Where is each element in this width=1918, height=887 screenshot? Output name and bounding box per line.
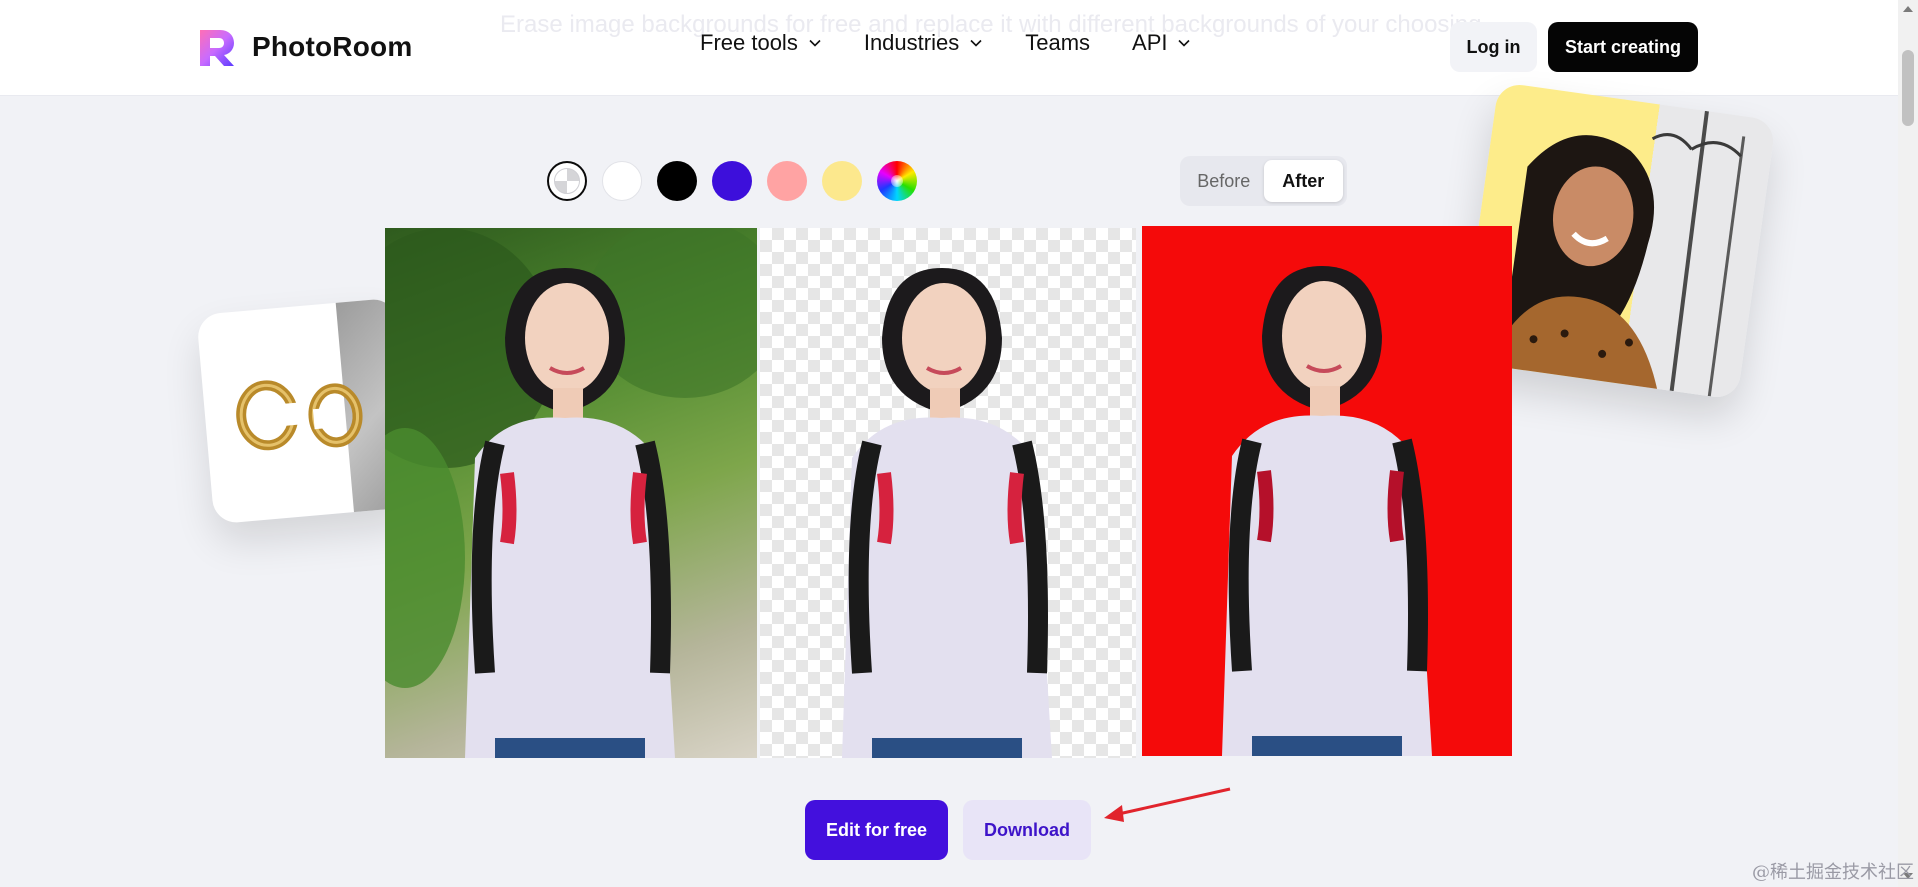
original-image-panel: [385, 228, 757, 758]
nav-teams[interactable]: Teams: [1025, 30, 1090, 56]
person-image-cutout: [842, 268, 1052, 758]
before-after-toggle: Before After: [1180, 156, 1347, 206]
swatch-transparent[interactable]: [547, 161, 587, 201]
nav-api[interactable]: API: [1132, 30, 1191, 56]
person-image-red-bg: [1222, 266, 1432, 756]
logo-text: PhotoRoom: [252, 31, 413, 62]
chevron-down-icon: [809, 39, 821, 47]
nav-label: Teams: [1025, 30, 1091, 55]
watermark: @稀土掘金技术社区: [1752, 862, 1914, 883]
nav-industries[interactable]: Industries: [864, 30, 983, 56]
nav-label: Free tools: [700, 30, 798, 55]
background-color-picker: [547, 161, 917, 201]
scroll-thumb[interactable]: [1902, 50, 1914, 126]
main-nav: Free tools Industries Teams API: [700, 30, 1233, 56]
before-tab[interactable]: Before: [1184, 160, 1264, 202]
after-tab[interactable]: After: [1263, 160, 1343, 202]
nav-free-tools[interactable]: Free tools: [700, 30, 822, 56]
chevron-down-icon: [1178, 39, 1191, 47]
swatch-purple[interactable]: [712, 161, 752, 201]
start-creating-button[interactable]: Start creating: [1548, 22, 1698, 72]
cutout-transparent-panel: [760, 228, 1136, 758]
earrings-example-card: [196, 297, 414, 525]
earrings-image: [236, 380, 363, 451]
chevron-down-icon: [970, 39, 982, 47]
download-button[interactable]: Download: [963, 800, 1091, 860]
red-background-panel: [1142, 226, 1512, 756]
log-in-button[interactable]: Log in: [1450, 22, 1537, 72]
logo[interactable]: PhotoRoom: [196, 26, 412, 68]
nav-label: Industries: [863, 30, 960, 55]
swatch-yellow[interactable]: [822, 161, 862, 201]
swatch-black[interactable]: [657, 161, 697, 201]
top-navbar: Erase image backgrounds for free and rep…: [0, 0, 1898, 96]
swatch-custom-color[interactable]: [877, 161, 917, 201]
swatch-white[interactable]: [602, 161, 642, 201]
person-image-original: [385, 228, 757, 758]
edit-for-free-button[interactable]: Edit for free: [805, 800, 948, 860]
transparency-icon: [554, 168, 580, 194]
page: Erase image backgrounds for free and rep…: [0, 0, 1918, 887]
scroll-up-icon[interactable]: [1903, 6, 1913, 12]
annotation-arrow-icon: [1104, 787, 1231, 822]
nav-label: API: [1132, 30, 1168, 55]
photoroom-logo-icon: [200, 30, 234, 66]
swatch-pink[interactable]: [767, 161, 807, 201]
vertical-scrollbar[interactable]: [1898, 0, 1918, 887]
